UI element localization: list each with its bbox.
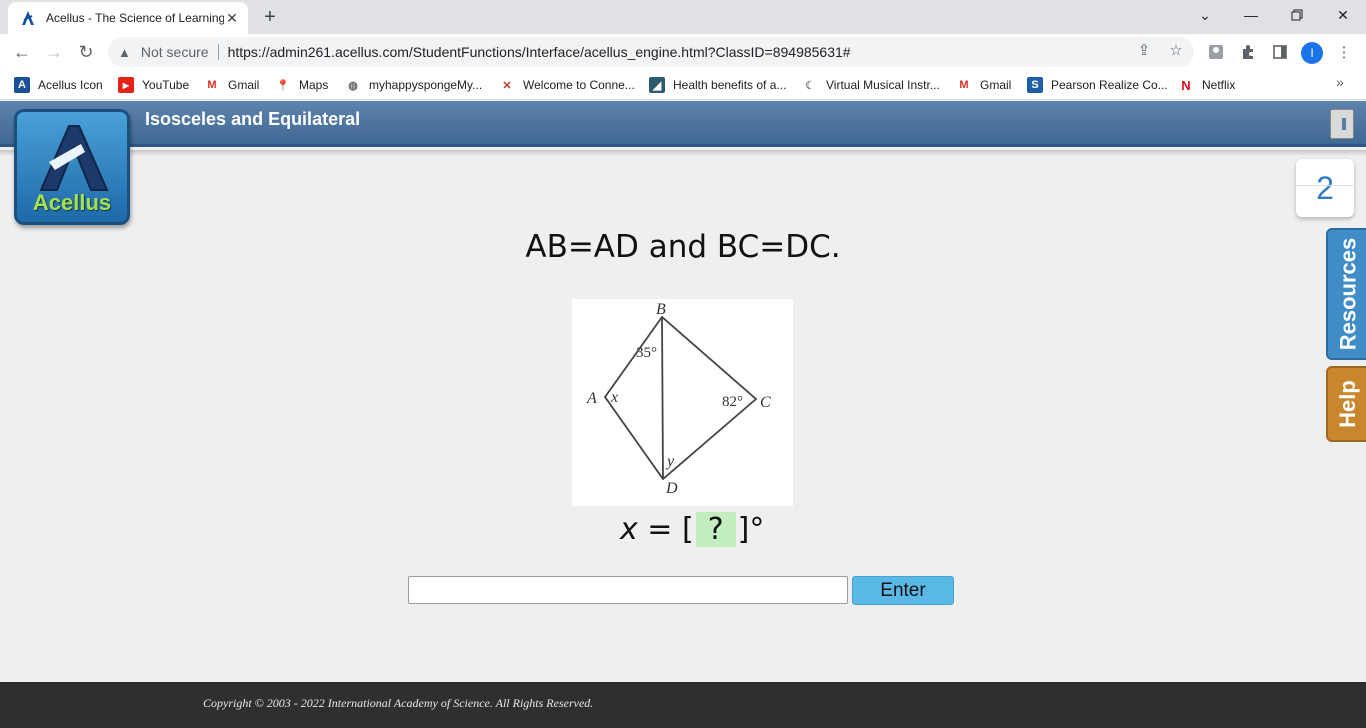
bookmark-label: Pearson Realize Co... <box>1051 78 1168 92</box>
bookmark-connexus[interactable]: ✕ Welcome to Conne... <box>499 76 635 94</box>
bookmark-label: myhappyspongeMy... <box>369 78 483 92</box>
bookmarks-overflow-icon[interactable]: » <box>1336 74 1344 90</box>
acellus-icon: A <box>14 77 30 93</box>
side-panel-icon[interactable] <box>1270 42 1290 62</box>
youtube-icon: ▶ <box>118 77 134 93</box>
acellus-logo: Acellus <box>14 109 130 225</box>
vertex-label-b: B <box>656 301 666 318</box>
tab-title: Acellus - The Science of Learning <box>46 11 224 25</box>
bookmark-maps[interactable]: 📍 Maps <box>275 76 328 94</box>
bookmark-netflix[interactable]: N Netflix <box>1178 76 1235 94</box>
bookmark-label: Virtual Musical Instr... <box>826 78 940 92</box>
warning-icon[interactable]: ▲ <box>118 45 131 60</box>
bookmark-gmail-2[interactable]: M Gmail <box>956 76 1011 94</box>
share-icon[interactable]: ⇪ <box>1134 40 1154 60</box>
lesson-title: Isosceles and Equilateral <box>145 109 361 129</box>
omnibox-divider <box>217 44 219 60</box>
back-icon[interactable]: ← <box>10 40 34 64</box>
bookmark-youtube[interactable]: ▶ YouTube <box>118 76 189 94</box>
reload-icon[interactable]: ↻ <box>74 40 98 64</box>
acellus-logo-mark-icon <box>39 125 109 191</box>
answer-blank: ? <box>695 511 736 547</box>
extension-puzzle-avatar-icon[interactable] <box>1206 42 1226 62</box>
browser-toolbar: ← → ↻ ▲ Not secure https://admin261.acel… <box>0 34 1366 70</box>
enter-button[interactable]: Enter <box>852 576 954 605</box>
geometry-diagram: B A C D x y 35° 82° <box>572 299 793 506</box>
answer-variable: x <box>620 511 638 547</box>
kite-diagram: B A C D x y 35° 82° <box>586 301 771 497</box>
extensions-icon[interactable] <box>1238 42 1258 62</box>
bookmark-pearson[interactable]: S Pearson Realize Co... <box>1027 76 1168 94</box>
restore-icon[interactable] <box>1274 0 1320 30</box>
exit-door-icon[interactable] <box>1330 109 1354 139</box>
acellus-page: Isosceles and Equilateral Acellus 2 Reso… <box>0 101 1366 682</box>
netflix-icon: N <box>1181 77 1191 93</box>
bookmark-label: Netflix <box>1202 78 1236 92</box>
header-shadow <box>0 150 1366 156</box>
angle-label-x: x <box>610 389 618 406</box>
bookmark-myhappysponge[interactable]: ◍ myhappyspongeMy... <box>345 76 482 94</box>
angle-label-b: 35° <box>636 345 657 361</box>
diagonal-bd <box>661 316 664 480</box>
bookmark-label: Welcome to Conne... <box>523 78 635 92</box>
globe-icon: ◍ <box>348 79 358 92</box>
bookmarks-bar: A Acellus Icon ▶ YouTube M Gmail 📍 Maps … <box>0 70 1366 100</box>
bookmark-label: YouTube <box>142 78 190 92</box>
bookmark-label: Gmail <box>228 78 260 92</box>
help-tab-label: Help <box>1335 380 1360 428</box>
close-window-icon[interactable]: ✕ <box>1320 0 1366 30</box>
bookmark-gmail[interactable]: M Gmail <box>204 76 259 94</box>
tab-search-icon[interactable]: ⌄ <box>1182 0 1228 30</box>
address-bar[interactable]: ▲ Not secure https://admin261.acellus.co… <box>108 37 1194 67</box>
menu-kebab-icon[interactable]: ⋮ <box>1334 42 1354 62</box>
bookmark-label: Maps <box>299 78 329 92</box>
angle-label-c: 82° <box>722 394 743 410</box>
bookmark-star-icon[interactable]: ☆ <box>1166 40 1186 60</box>
browser-tab[interactable]: Acellus - The Science of Learning ✕ <box>8 2 248 34</box>
lesson-header: Isosceles and Equilateral <box>0 101 1366 147</box>
problem-count-badge: 2 <box>1296 159 1354 217</box>
problem-statement: AB=AD and BC=DC. <box>525 229 841 265</box>
new-tab-button[interactable]: + <box>258 5 282 29</box>
profile-avatar[interactable]: I <box>1301 42 1323 64</box>
answer-degree-unit: ° <box>749 511 765 547</box>
answer-input[interactable] <box>408 576 848 604</box>
help-tab[interactable]: Help <box>1326 366 1366 442</box>
logo-text: Acellus <box>32 190 112 215</box>
tab-close-icon[interactable]: ✕ <box>224 10 240 26</box>
bookmark-health-benefits[interactable]: ◢ Health benefits of a... <box>649 76 786 94</box>
angle-label-y: y <box>665 453 675 470</box>
maps-icon: 📍 <box>276 79 290 92</box>
minimize-icon[interactable]: — <box>1228 0 1274 30</box>
bookmark-label: Acellus Icon <box>38 78 103 92</box>
vertex-label-d: D <box>665 480 678 497</box>
gmail-icon: M <box>207 79 217 91</box>
article-icon: ◢ <box>649 77 665 93</box>
forward-icon[interactable]: → <box>42 40 66 64</box>
acellus-favicon-icon <box>20 10 36 26</box>
vertex-label-c: C <box>760 394 771 411</box>
answer-equals: = <box>637 511 682 547</box>
page-footer: Copyright © 2003 - 2022 International Ac… <box>0 682 1366 728</box>
moon-icon: ☾ <box>805 79 815 92</box>
answer-close-bracket: ] <box>737 511 750 547</box>
security-label[interactable]: Not secure <box>141 44 209 60</box>
answer-open-bracket: [ <box>681 511 694 547</box>
vertex-label-a: A <box>586 390 597 407</box>
answer-expression: x = [ ? ] ° <box>620 509 764 549</box>
connexus-icon: ✕ <box>502 79 512 92</box>
gmail-icon: M <box>959 79 969 91</box>
bookmark-label: Health benefits of a... <box>673 78 787 92</box>
pearson-icon: S <box>1027 77 1043 93</box>
bookmark-virtual-musical[interactable]: ☾ Virtual Musical Instr... <box>802 76 940 94</box>
bookmark-label: Gmail <box>980 78 1012 92</box>
browser-tab-strip: Acellus - The Science of Learning ✕ + ⌄ … <box>0 0 1366 34</box>
copyright-text: Copyright © 2003 - 2022 International Ac… <box>203 696 594 710</box>
url-text[interactable]: https://admin261.acellus.com/StudentFunc… <box>228 44 851 60</box>
bookmark-acellus-icon[interactable]: A Acellus Icon <box>14 76 103 94</box>
